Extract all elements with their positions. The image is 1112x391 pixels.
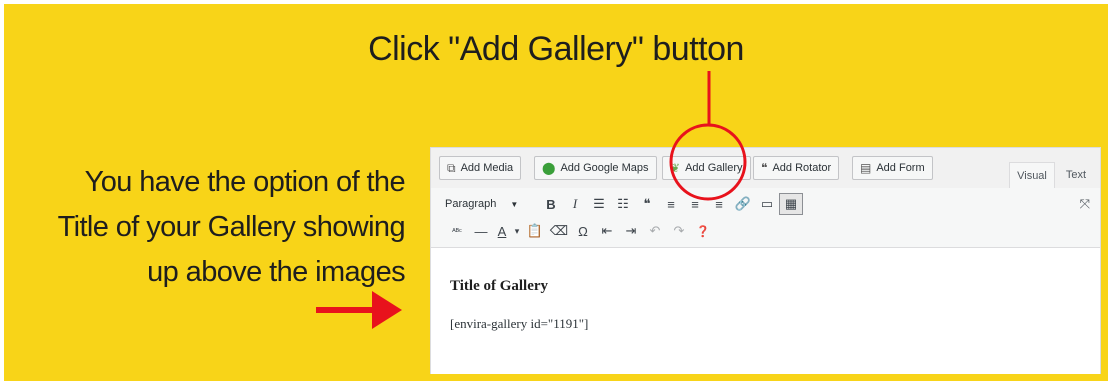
canvas: Click "Add Gallery" button You have the …: [0, 0, 1112, 391]
annotation-arrow-shaft: [316, 307, 378, 313]
annotation-overlay: [316, 71, 747, 329]
annotation-arrow-head: [372, 291, 402, 329]
annotation-highlight-circle: [669, 123, 747, 201]
